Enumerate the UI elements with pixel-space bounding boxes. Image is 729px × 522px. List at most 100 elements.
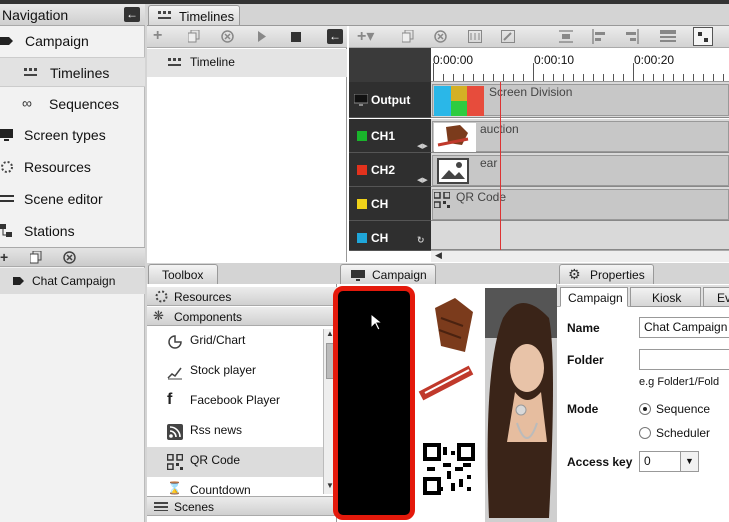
selected-black-channel[interactable]: [333, 286, 415, 520]
clip-auction[interactable]: auction: [432, 121, 729, 152]
pie-chart-icon: [168, 335, 182, 349]
copy-icon[interactable]: [30, 251, 42, 264]
ruler-minor-tick: [533, 63, 534, 81]
puzzle-icon: ❋: [153, 308, 164, 323]
add-dropdown-icon[interactable]: +▾: [357, 26, 374, 46]
collapse-arrow-icon[interactable]: ←: [327, 29, 343, 44]
ruler-minor-tick: [653, 74, 654, 81]
component-rss-news[interactable]: Rss news: [147, 417, 323, 447]
track-body-ch4[interactable]: [431, 221, 729, 250]
ruler-minor-tick: [443, 74, 444, 81]
ruler-minor-tick: [483, 74, 484, 81]
edit-icon[interactable]: [501, 30, 515, 43]
align-left-icon[interactable]: [592, 29, 606, 44]
component-label: Facebook Player: [190, 393, 281, 407]
layout-icon[interactable]: [660, 29, 676, 44]
tab-properties-kiosk[interactable]: Kiosk: [630, 287, 701, 307]
nav-item-resources[interactable]: Resources: [0, 152, 145, 182]
component-grid-chart[interactable]: Grid/Chart: [147, 327, 323, 357]
align-right-icon[interactable]: [625, 29, 639, 44]
scenes-icon: [154, 502, 168, 511]
ruler-minor-tick: [713, 74, 714, 81]
track-header-ch1[interactable]: CH1 ◀▶: [349, 119, 431, 153]
stop-icon[interactable]: [291, 32, 301, 42]
delete-circle-icon[interactable]: [221, 30, 234, 43]
scroll-left-icon[interactable]: ◀: [435, 250, 442, 261]
timeline-list-item[interactable]: Timeline: [147, 49, 347, 77]
toolbox-section-resources[interactable]: Resources: [147, 287, 337, 306]
toolbox-section-components[interactable]: ❋ Components: [147, 307, 337, 326]
track-header-output[interactable]: Output: [349, 82, 431, 118]
folder-field[interactable]: [639, 349, 729, 370]
properties-icon[interactable]: [468, 30, 482, 43]
nav-item-sequences[interactable]: ∞ Sequences: [0, 89, 145, 119]
playhead[interactable]: [500, 82, 501, 250]
audio-icon[interactable]: ◀▶: [417, 176, 428, 184]
track-header-ch3[interactable]: CH: [349, 187, 431, 221]
loop-icon[interactable]: ↻: [417, 235, 425, 246]
tab-label: Campaign: [372, 268, 427, 282]
component-qr-code[interactable]: QR Code: [147, 447, 323, 477]
clip-ear[interactable]: ear: [432, 155, 729, 186]
tab-properties-campaign[interactable]: Campaign: [560, 287, 628, 307]
nav-item-timelines[interactable]: Timelines: [0, 57, 145, 87]
add-icon[interactable]: +: [153, 27, 162, 45]
time-ruler[interactable]: 0:00:00 0:00:10 0:00:20: [431, 48, 729, 82]
infinity-icon: ∞: [22, 95, 32, 111]
tab-properties[interactable]: ⚙ Properties: [559, 264, 654, 284]
ruler-minor-tick: [523, 74, 524, 81]
component-stock-player[interactable]: Stock player: [147, 357, 323, 387]
ruler-minor-tick: [543, 74, 544, 81]
woman-portrait-image: [485, 288, 557, 522]
play-icon[interactable]: [257, 31, 267, 42]
nav-item-scene-editor[interactable]: Scene editor: [0, 184, 145, 214]
chevron-down-icon[interactable]: ▼: [680, 452, 698, 471]
campaign-list-item[interactable]: Chat Campaign: [0, 268, 145, 294]
tab-properties-events[interactable]: Ev: [703, 287, 729, 307]
tab-label: Properties: [590, 268, 645, 282]
ruler-minor-tick: [633, 63, 634, 81]
timeline-icon: [168, 58, 181, 66]
access-key-select[interactable]: 0 ▼: [639, 451, 699, 472]
timeline-horizontal-scrollbar[interactable]: ◀: [431, 250, 729, 262]
section-label: Resources: [174, 290, 232, 304]
clip-screen-division[interactable]: Screen Division: [432, 84, 729, 116]
tab-campaign[interactable]: Campaign: [340, 264, 436, 284]
spinner-icon: [1, 161, 13, 173]
nav-item-screen-types[interactable]: Screen types: [0, 120, 145, 150]
nav-item-label: Scene editor: [24, 191, 103, 207]
nav-item-campaign[interactable]: Campaign: [0, 26, 145, 56]
mode-sequence-label: Sequence: [656, 402, 711, 416]
ruler-minor-tick: [583, 74, 584, 81]
gear-icon: ⚙: [568, 266, 581, 282]
audio-icon[interactable]: ◀▶: [417, 142, 428, 150]
mode-sequence-radio[interactable]: [639, 403, 651, 415]
collapse-arrow-icon[interactable]: ←: [124, 7, 140, 22]
component-facebook-player[interactable]: f Facebook Player: [147, 387, 323, 417]
tab-timelines[interactable]: Timelines: [148, 5, 240, 25]
name-field[interactable]: Chat Campaign: [639, 317, 729, 338]
delete-circle-icon[interactable]: [434, 30, 447, 43]
mouse-cursor-icon: [370, 313, 382, 331]
ruler-minor-tick: [613, 74, 614, 81]
tab-toolbox[interactable]: Toolbox: [148, 264, 218, 284]
toolbox-section-scenes[interactable]: Scenes: [147, 496, 337, 516]
ruler-minor-tick: [503, 74, 504, 81]
copy-icon[interactable]: [402, 30, 414, 43]
ruler-minor-tick: [603, 74, 604, 81]
rss-icon: [167, 424, 183, 440]
ruler-label: 0:00:10: [534, 53, 575, 67]
track-header-ch4[interactable]: CH ↻: [349, 221, 431, 251]
snap-toggle-button[interactable]: [693, 27, 713, 46]
component-countdown[interactable]: ⌛ Countdown: [147, 477, 323, 495]
clip-label: Screen Division: [489, 85, 573, 99]
track-header-ch2[interactable]: CH2 ◀▶: [349, 153, 431, 187]
clip-qr-code[interactable]: QR Code: [432, 189, 729, 220]
mode-scheduler-radio[interactable]: [639, 427, 651, 439]
nav-item-stations[interactable]: Stations: [0, 216, 145, 246]
add-icon[interactable]: +: [0, 249, 8, 265]
delete-circle-icon[interactable]: [63, 251, 76, 264]
distribute-icon[interactable]: [559, 29, 573, 44]
ruler-minor-tick: [693, 74, 694, 81]
copy-icon[interactable]: [188, 30, 200, 43]
